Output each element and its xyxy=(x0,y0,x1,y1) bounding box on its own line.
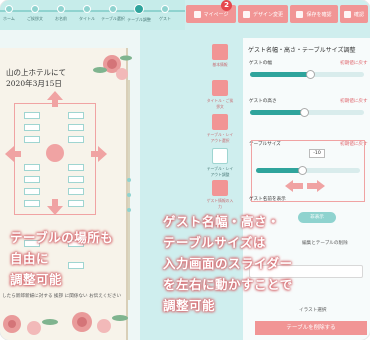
guest-seat[interactable] xyxy=(68,164,84,171)
flower-decoration-bottom-left-icon xyxy=(3,315,58,335)
guest-seat[interactable] xyxy=(24,176,40,183)
side-item-title-greeting[interactable]: タイトル・ご挨拶文 xyxy=(206,80,234,110)
guest-height-slider-fill xyxy=(250,110,304,115)
my-page-label: マイページ xyxy=(203,11,229,18)
info-icon xyxy=(212,44,228,60)
overlay-left-line: テーブルの場所も xyxy=(10,230,114,245)
guest-seat[interactable] xyxy=(68,176,84,183)
user-icon xyxy=(193,10,201,18)
design-change-label: デザイン変更 xyxy=(252,11,283,18)
ribbon-decoration-icon xyxy=(127,80,131,300)
delete-table-button[interactable]: テーブルを削除する xyxy=(255,321,367,335)
paper-title: 山の上ホテルにて xyxy=(6,68,66,77)
notification-badge: 2 xyxy=(221,0,232,11)
side-item-label: テーブル・レイアウト調整 xyxy=(206,166,234,177)
guest-height-slider-knob[interactable] xyxy=(300,108,309,117)
move-icon xyxy=(212,148,228,164)
save-icon xyxy=(296,10,304,18)
save-check-button[interactable]: 保存を確認 xyxy=(290,5,338,23)
step-label: ホーム xyxy=(3,16,15,21)
save-check-label: 保存を確認 xyxy=(306,11,332,18)
overlay-right-line: 入力画面のスライダー xyxy=(163,256,293,271)
overlay-left-line: 調整可能 xyxy=(10,272,63,287)
section-label: 編集とテーブルの削除 xyxy=(302,241,348,246)
step-label: テーブル選択 xyxy=(101,16,125,21)
side-item-basic-info[interactable]: 基本情報 xyxy=(206,44,234,68)
step-progress-bar: ホーム ご挨拶文 お名前 タイトル テーブル選択 テーブル調整 ゲスト xyxy=(0,0,185,30)
flower-decoration-bottom-right-icon xyxy=(72,312,128,333)
guest-seat[interactable] xyxy=(24,136,40,143)
side-item-label: 基本情報 xyxy=(212,62,228,67)
step-label: ゲスト xyxy=(159,16,171,21)
overlay-right-line: 調整可能 xyxy=(163,298,216,313)
show-guest-name-toggle[interactable]: 非表示 xyxy=(298,212,336,223)
guest-width-slider-knob[interactable] xyxy=(306,70,315,79)
guest-height-reset-link[interactable]: 初期値に戻す xyxy=(340,98,368,104)
arrow-left-icon xyxy=(5,146,21,162)
guest-seat[interactable] xyxy=(68,136,84,143)
paper-footer-text: したら新郎新婦に対する 挨拶 に関係ない お伝えください xyxy=(2,294,122,299)
side-item-label: タイトル・ご挨拶文 xyxy=(206,98,234,109)
illustration-select-label: イラスト選択 xyxy=(299,308,327,313)
guest-seat[interactable] xyxy=(24,200,40,207)
guest-seat[interactable] xyxy=(68,112,84,119)
guest-height-label: ゲストの高さ xyxy=(249,99,277,104)
guest-width-slider-fill xyxy=(250,72,310,77)
people-icon xyxy=(212,180,228,196)
step-label: ご挨拶文 xyxy=(27,16,43,21)
preview-icon xyxy=(343,10,351,18)
preview-button[interactable]: 確認 xyxy=(340,5,368,23)
design-icon xyxy=(242,10,250,18)
side-item-guest-input[interactable]: ゲスト情報の入力 xyxy=(206,180,234,210)
side-item-label: ゲスト情報の入力 xyxy=(206,198,234,209)
overlay-right-line: を左右に動かすことで xyxy=(163,277,293,292)
guest-width-label: ゲストの幅 xyxy=(249,61,272,66)
table-center-circle[interactable] xyxy=(46,144,64,162)
overlay-right-text: ゲスト名幅・高さ・ テーブルサイズは 入力画面のスライダー を左右に動かすことで… xyxy=(163,211,293,316)
step-guest[interactable]: ゲスト xyxy=(150,5,180,22)
step-label: タイトル xyxy=(79,16,95,21)
guest-seat[interactable] xyxy=(68,188,84,195)
side-item-table-select[interactable]: テーブル・レイアウト選択 xyxy=(206,114,234,144)
table-icon xyxy=(212,114,228,130)
pen-icon xyxy=(212,80,228,96)
guest-width-reset-link[interactable]: 初期値に戻す xyxy=(340,60,368,66)
step-label: お名前 xyxy=(55,16,67,21)
left-right-arrow-icon xyxy=(285,180,325,192)
arrow-down-icon xyxy=(47,199,63,215)
design-change-button[interactable]: デザイン変更 xyxy=(238,5,288,23)
overlay-left-text: テーブルの場所も 自由に 調整可能 xyxy=(10,227,113,290)
app-frame: ホーム ご挨拶文 お名前 タイトル テーブル選択 テーブル調整 ゲスト マイペー… xyxy=(0,0,370,340)
side-item-table-adjust[interactable]: テーブル・レイアウト調整 xyxy=(206,148,234,178)
guest-seat[interactable] xyxy=(24,188,40,195)
side-item-label: テーブル・レイアウト選択 xyxy=(206,132,234,143)
arrow-up-icon xyxy=(47,91,63,107)
panel-title: ゲスト名幅・高さ・テーブルサイズ調整 xyxy=(248,47,356,54)
guest-seat[interactable] xyxy=(24,164,40,171)
preview-label: 確認 xyxy=(353,11,364,18)
paper-date: 2020年3月15日 xyxy=(6,79,62,88)
guest-seat[interactable] xyxy=(24,124,40,131)
guest-seat[interactable] xyxy=(68,200,84,207)
guest-seat[interactable] xyxy=(24,112,40,119)
step-label: テーブル調整 xyxy=(127,17,151,22)
overlay-right-line: テーブルサイズは xyxy=(163,235,266,250)
guest-seat[interactable] xyxy=(68,124,84,131)
show-guest-name-label: ゲスト名前を表示 xyxy=(249,197,286,202)
arrow-right-icon xyxy=(91,146,107,162)
overlay-right-line: ゲスト名幅・高さ・ xyxy=(163,214,281,229)
overlay-left-line: 自由に xyxy=(10,251,50,266)
